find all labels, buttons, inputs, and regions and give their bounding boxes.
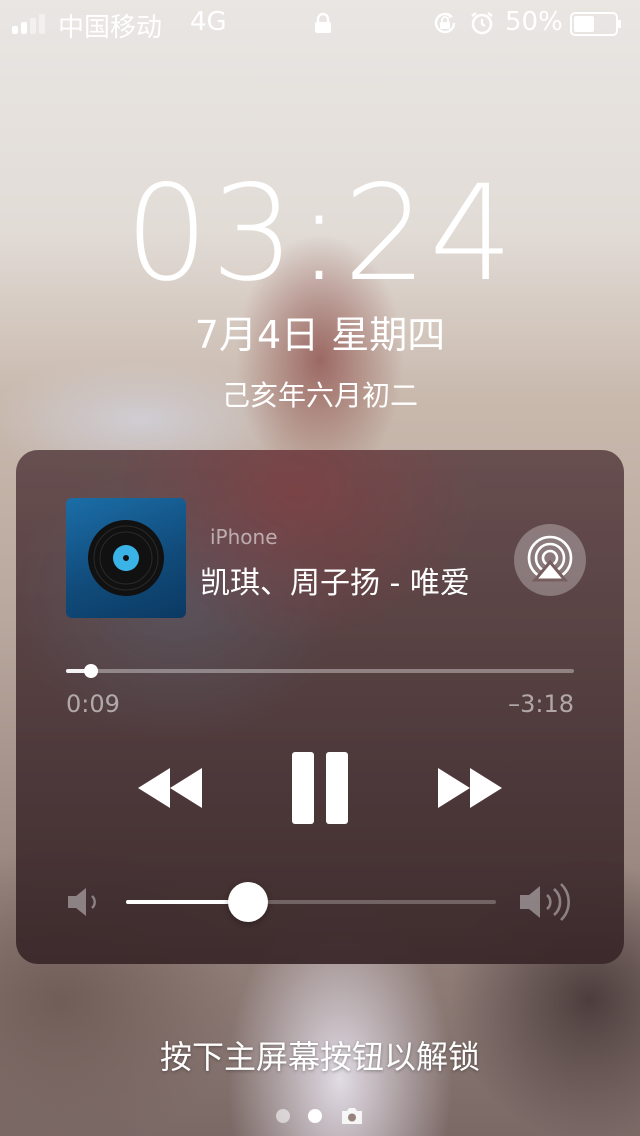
unlock-hint: 按下主屏幕按钮以解锁: [159, 1038, 480, 1076]
pause-button[interactable]: [288, 750, 352, 826]
track-title: 凯琪、周子扬 - 唯爱: [200, 566, 470, 601]
airplay-button[interactable]: [514, 524, 586, 596]
progress-bar[interactable]: [66, 664, 574, 678]
volume-high-icon: [520, 883, 570, 921]
volume-low-icon: [68, 888, 96, 916]
fast-forward-icon: [438, 768, 502, 808]
progress-scrubber[interactable]: [84, 664, 99, 678]
battery-percent: 50%: [505, 7, 563, 37]
page-dot-1[interactable]: [276, 1109, 290, 1123]
lock-time: 03:24: [124, 157, 516, 311]
playback-source: iPhone: [210, 525, 278, 549]
airplay-icon: [527, 535, 573, 582]
volume-slider[interactable]: [126, 882, 496, 922]
volume-knob[interactable]: [228, 882, 269, 922]
rotation-lock-icon: [434, 12, 456, 34]
pause-icon: [292, 752, 348, 824]
status-bar: 中国移动 4G 50%: [0, 0, 640, 48]
fast-forward-button[interactable]: [434, 758, 506, 818]
carrier-name: 中国移动: [58, 13, 163, 43]
rewind-button[interactable]: [134, 758, 206, 818]
network-type: 4G: [190, 7, 227, 37]
elapsed-time: 0:09: [66, 690, 120, 718]
lunar-date: 己亥年六月初二: [221, 379, 418, 412]
battery-icon: [570, 12, 621, 36]
rewind-icon: [138, 768, 202, 808]
signal-icon: [12, 14, 45, 34]
lock-date: 7月4日 星期四: [194, 313, 446, 357]
remaining-time: –3:18: [508, 690, 574, 718]
lock-icon: [315, 12, 331, 33]
page-indicator[interactable]: [0, 1104, 640, 1128]
page-dot-2[interactable]: [308, 1109, 322, 1123]
vinyl-disc-icon: [88, 520, 164, 596]
album-art[interactable]: [66, 498, 186, 618]
alarm-icon: [471, 12, 493, 35]
camera-icon[interactable]: [340, 1106, 364, 1126]
now-playing-widget: iPhone 凯琪、周子扬 - 唯爱 0:09 –3:18: [16, 450, 624, 964]
